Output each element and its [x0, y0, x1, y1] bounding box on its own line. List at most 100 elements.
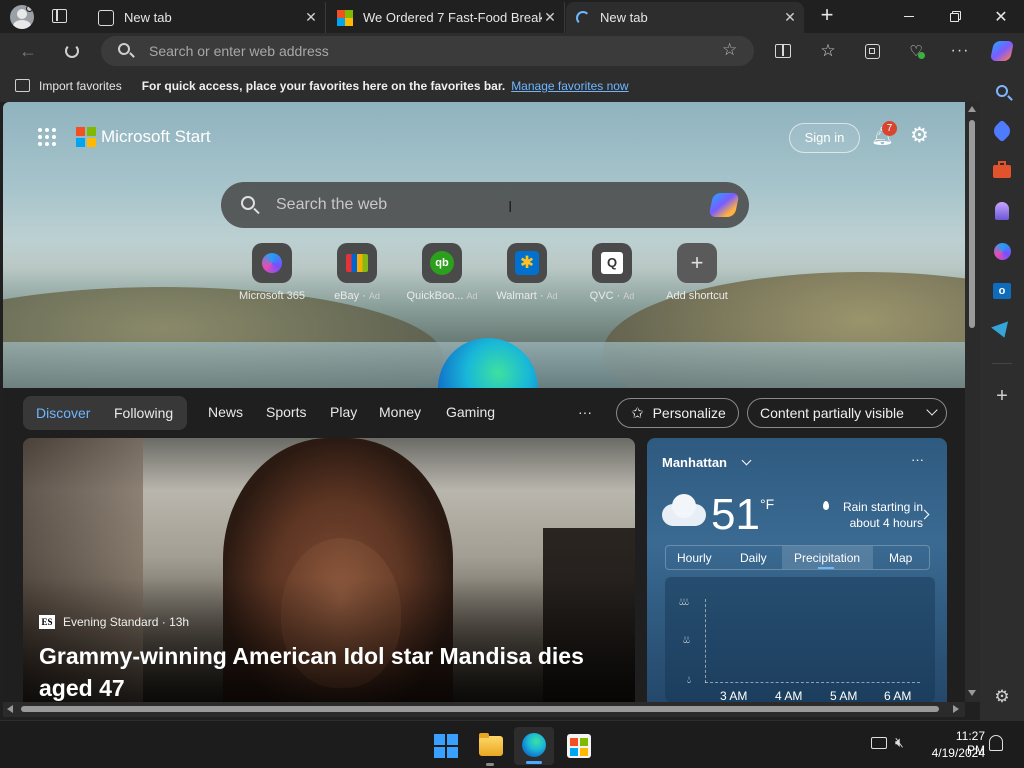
copilot-icon[interactable] [708, 193, 740, 217]
tab-discover[interactable]: Discover [36, 405, 90, 421]
shopping-tag-icon[interactable] [990, 119, 1014, 143]
shortcut-microsoft-365[interactable]: Microsoft 365 [232, 243, 312, 302]
chevron-down-icon [926, 404, 938, 416]
tools-icon[interactable] [990, 159, 1014, 183]
sign-in-button[interactable]: Sign in [789, 123, 860, 153]
minimize-button[interactable] [886, 0, 932, 33]
ad-badge: Ad [546, 291, 558, 301]
tab-following[interactable]: Following [114, 405, 173, 421]
loading-stop-icon[interactable] [60, 39, 84, 63]
games-icon[interactable] [990, 199, 1014, 223]
volume-muted-icon[interactable]: 🔇︎ [895, 734, 904, 751]
web-search-box[interactable]: Search the web [221, 182, 749, 228]
store-icon[interactable] [567, 734, 591, 758]
weather-card[interactable]: Manhattan ··· 51 °F Rain starting in abo… [647, 438, 947, 702]
page-settings-icon[interactable]: ⚙ [910, 123, 929, 148]
favorites-hint: For quick access, place your favorites h… [141, 78, 506, 93]
horizontal-scrollbar[interactable] [3, 702, 965, 717]
shortcut-walmart[interactable]: ✱ Walmart · Ad [487, 243, 567, 302]
favorite-star-icon[interactable]: ☆ [722, 40, 737, 60]
weather-tab-daily[interactable]: Daily [740, 551, 767, 565]
shortcut-add[interactable]: + Add shortcut [657, 243, 737, 302]
manage-favorites-link[interactable]: Manage favorites now [511, 79, 628, 93]
settings-more-icon[interactable]: ··· [948, 39, 972, 63]
scroll-thumb[interactable] [969, 120, 975, 328]
collections-icon[interactable] [860, 39, 884, 63]
edge-sidebar: o + ⚙ [980, 69, 1024, 720]
tab-fast-food[interactable]: We Ordered 7 Fast-Food Breakfa ✕ [327, 2, 565, 33]
notifications-center-icon[interactable] [989, 735, 1003, 751]
tab-new-tab-1[interactable]: New tab ✕ [88, 2, 326, 33]
nav-more-button[interactable]: ··· [578, 404, 592, 420]
ad-badge: Ad [466, 291, 478, 301]
scroll-left-arrow[interactable] [7, 705, 13, 713]
tab-new-tab-active[interactable]: New tab ✕ [566, 2, 804, 33]
web-search-placeholder: Search the web [276, 196, 388, 213]
weather-tab-hourly[interactable]: Hourly [677, 551, 712, 565]
split-screen-icon[interactable] [771, 39, 795, 63]
scroll-right-arrow[interactable] [953, 705, 959, 713]
story-headline[interactable]: Grammy-winning American Idol star Mandis… [39, 640, 619, 702]
content-visibility-label: Content partially visible [760, 405, 904, 421]
restore-button[interactable] [932, 0, 978, 33]
outlook-icon[interactable]: o [990, 279, 1014, 303]
nav-money[interactable]: Money [379, 404, 421, 420]
start-button-icon[interactable] [434, 734, 458, 758]
feed-toggle: Discover Following [23, 396, 187, 430]
nav-gaming[interactable]: Gaming [446, 404, 495, 420]
personalize-icon: ✩ [631, 405, 644, 422]
brand-title[interactable]: Microsoft Start [101, 127, 211, 147]
msn-icon [337, 9, 353, 26]
nav-sports[interactable]: Sports [266, 404, 306, 420]
shortcut-qvc[interactable]: Q QVC · Ad [572, 243, 652, 302]
profile-avatar[interactable] [10, 5, 34, 29]
new-tab-button[interactable]: + [814, 3, 840, 29]
chevron-down-icon[interactable] [741, 455, 752, 466]
close-icon[interactable]: ✕ [303, 9, 319, 26]
weather-tabs: Hourly Daily Precipitation Map [665, 545, 930, 570]
vertical-scrollbar[interactable] [965, 102, 980, 702]
import-favorites-icon[interactable] [15, 79, 30, 92]
microsoft-365-icon[interactable] [990, 239, 1014, 263]
file-explorer-icon[interactable] [479, 733, 503, 756]
shortcut-label: Add shortcut [666, 290, 728, 302]
close-icon[interactable]: ✕ [542, 9, 558, 26]
nav-play[interactable]: Play [330, 404, 357, 420]
search-icon[interactable] [990, 79, 1014, 103]
apps-launcher-icon[interactable] [38, 128, 56, 146]
tab-actions-icon[interactable] [52, 9, 67, 23]
copilot-icon[interactable] [989, 39, 1015, 63]
nav-news[interactable]: News [208, 404, 243, 420]
weather-location[interactable]: Manhattan [662, 455, 727, 470]
walmart-icon: ✱ [507, 243, 547, 283]
light-rain-icon: 💧︎ [687, 675, 691, 686]
display-icon[interactable] [871, 737, 887, 749]
top-story-card[interactable]: ES Evening Standard · 13h Grammy-winning… [23, 438, 635, 702]
weather-tab-precipitation[interactable]: Precipitation [794, 551, 860, 565]
scroll-up-arrow[interactable] [968, 106, 976, 112]
sidebar-settings-icon[interactable]: ⚙ [990, 685, 1014, 709]
drop-icon[interactable] [990, 319, 1014, 343]
shortcut-quickbooks[interactable]: qb QuickBoo... Ad [402, 243, 482, 302]
content-visibility-dropdown[interactable]: Content partially visible [747, 398, 947, 428]
close-window-button[interactable]: ✕ [978, 0, 1024, 33]
address-bar[interactable]: ☆ [101, 36, 754, 66]
personalize-button[interactable]: ✩ Personalize [616, 398, 739, 428]
precipitation-chart: 💧︎💧︎💧︎ 💧︎💧︎ 💧︎ 3 AM 4 AM 5 AM 6 AM [665, 577, 935, 702]
scroll-thumb-horizontal[interactable] [21, 706, 939, 712]
close-icon[interactable]: ✕ [782, 9, 798, 26]
back-icon[interactable]: ← [16, 39, 40, 63]
add-sidebar-app-icon[interactable]: + [990, 384, 1014, 408]
weather-tab-map[interactable]: Map [889, 551, 912, 565]
import-favorites-button[interactable]: Import favorites [39, 79, 122, 93]
weather-more-button[interactable]: ··· [911, 452, 924, 467]
clock-date[interactable]: 4/19/2024 [925, 746, 985, 760]
microsoft-logo [76, 127, 96, 147]
browser-essentials-icon[interactable]: ♡ [904, 39, 928, 63]
address-input[interactable] [149, 36, 709, 66]
scroll-down-arrow[interactable] [968, 690, 976, 696]
weather-unit: °F [760, 496, 775, 512]
shortcut-ebay[interactable]: eBay · Ad [317, 243, 397, 302]
favorites-icon[interactable]: ☆ [816, 39, 840, 63]
edge-taskbar-icon[interactable] [514, 727, 554, 765]
